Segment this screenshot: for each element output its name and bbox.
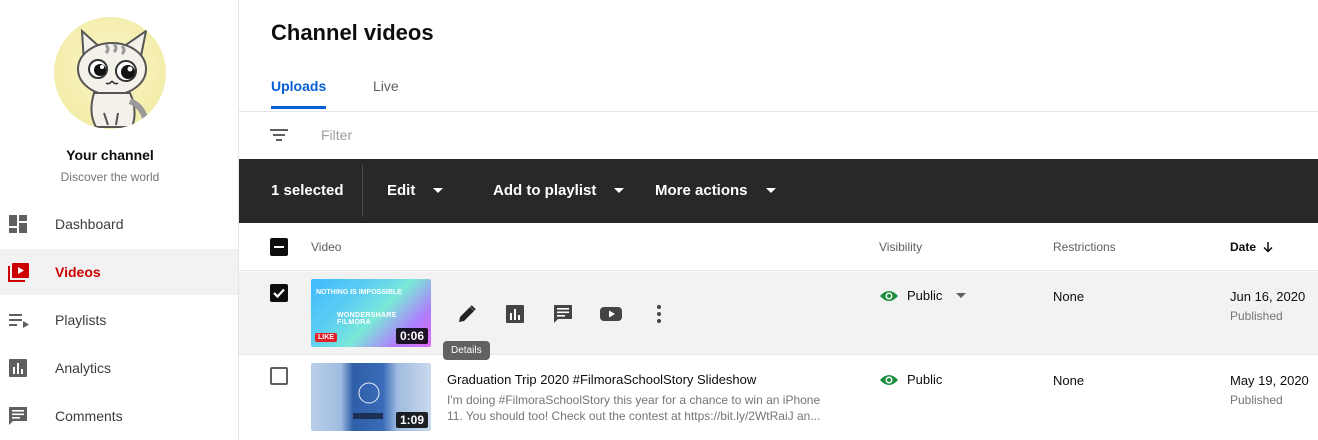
eye-icon xyxy=(880,374,898,385)
header-date-label: Date xyxy=(1230,240,1257,254)
chevron-down-icon xyxy=(433,188,444,193)
details-tooltip: Details xyxy=(443,341,490,360)
sidebar-item-playlists[interactable]: Playlists xyxy=(0,297,238,343)
date-value: May 19, 2020 xyxy=(1230,373,1309,388)
add-to-playlist-button[interactable]: Add to playlist xyxy=(493,182,625,199)
thumbnail-badge: LIKE xyxy=(315,333,337,342)
chevron-down-icon xyxy=(614,188,625,193)
comments-icon[interactable] xyxy=(551,302,575,326)
details-pencil-icon[interactable] xyxy=(455,302,479,326)
sidebar-item-dashboard[interactable]: Dashboard xyxy=(0,201,238,247)
sidebar-item-analytics[interactable]: Analytics xyxy=(0,345,238,391)
videos-icon xyxy=(8,263,29,282)
channel-tagline: Discover the world xyxy=(60,170,160,184)
channel-name: Your channel xyxy=(66,147,154,163)
video-duration: 0:06 xyxy=(395,328,428,344)
dashboard-icon xyxy=(9,215,27,233)
row-checkbox[interactable] xyxy=(270,284,288,302)
edit-dropdown-button[interactable]: Edit xyxy=(387,182,444,199)
table-row[interactable]: NOTHING IS IMPOSSIBLE WONDERSHARE FILMOR… xyxy=(239,272,1318,360)
analytics-icon xyxy=(9,359,27,377)
header-video: Video xyxy=(311,240,342,254)
cat-avatar-image xyxy=(77,28,149,128)
sidebar-item-label: Analytics xyxy=(55,360,112,376)
main-content: Channel videos Uploads Live 1 selected E… xyxy=(239,0,1318,440)
tab-uploads[interactable]: Uploads xyxy=(271,78,327,109)
more-actions-label: More actions xyxy=(655,182,748,199)
analytics-icon[interactable] xyxy=(503,302,527,326)
sidebar-item-videos[interactable]: Videos xyxy=(0,249,238,295)
sidebar-item-comments[interactable]: Comments xyxy=(0,393,238,439)
table-row[interactable]: 1:09 Graduation Trip 2020 #FilmoraSchool… xyxy=(239,356,1318,440)
chevron-down-icon xyxy=(956,293,967,298)
restrictions-value: None xyxy=(1053,373,1085,388)
video-description: I'm doing #FilmoraSchoolStory this year … xyxy=(447,393,821,423)
sidebar: Your channel Discover the world Dashboar… xyxy=(0,0,239,440)
filter-bar xyxy=(239,112,1318,159)
video-duration: 1:09 xyxy=(395,412,428,428)
thumbnail-caption: NOTHING IS IMPOSSIBLE xyxy=(316,289,402,296)
visibility-dropdown[interactable]: Public xyxy=(879,288,967,303)
header-visibility: Visibility xyxy=(879,240,923,254)
visibility-value: Public xyxy=(907,288,943,303)
restrictions-value: None xyxy=(1053,289,1085,304)
video-thumbnail[interactable]: 1:09 xyxy=(311,363,431,431)
chevron-down-icon xyxy=(765,188,776,193)
row-hover-actions xyxy=(455,302,695,326)
date-value: Jun 16, 2020 xyxy=(1230,289,1306,304)
filter-input[interactable] xyxy=(321,124,621,146)
table-header: Video Visibility Restrictions Date xyxy=(239,223,1318,271)
playlists-icon xyxy=(9,314,29,328)
header-date-sort[interactable]: Date xyxy=(1230,240,1274,254)
sidebar-item-label: Playlists xyxy=(55,312,107,328)
more-actions-button[interactable]: More actions xyxy=(655,182,776,199)
visibility-value-cell: Public xyxy=(879,372,942,387)
page-title: Channel videos xyxy=(271,20,434,45)
tab-live[interactable]: Live xyxy=(373,78,399,108)
video-title[interactable]: Graduation Trip 2020 #FilmoraSchoolStory… xyxy=(447,372,756,387)
divider xyxy=(362,165,363,217)
row-checkbox[interactable] xyxy=(270,367,288,385)
sidebar-item-label: Videos xyxy=(55,264,101,280)
eye-icon xyxy=(880,290,898,301)
add-to-playlist-label: Add to playlist xyxy=(493,182,597,199)
date-status: Published xyxy=(1230,309,1283,323)
thumbnail-caption: WONDERSHARE FILMORA xyxy=(337,312,397,326)
sort-down-arrow-icon xyxy=(1263,242,1273,253)
visibility-value: Public xyxy=(907,372,943,387)
channel-avatar[interactable] xyxy=(54,17,166,129)
filter-icon[interactable] xyxy=(269,127,289,143)
video-thumbnail[interactable]: NOTHING IS IMPOSSIBLE WONDERSHARE FILMOR… xyxy=(311,279,431,347)
edit-label: Edit xyxy=(387,182,416,199)
comments-icon xyxy=(9,407,27,425)
bulk-action-bar: 1 selected Edit Add to playlist More act… xyxy=(239,159,1318,223)
checkmark-icon xyxy=(273,288,285,299)
selected-count: 1 selected xyxy=(271,182,344,199)
date-status: Published xyxy=(1230,393,1283,407)
more-options-icon[interactable] xyxy=(647,302,671,326)
sidebar-item-label: Comments xyxy=(55,408,123,424)
sidebar-item-label: Dashboard xyxy=(55,216,124,232)
header-restrictions: Restrictions xyxy=(1053,240,1116,254)
select-all-checkbox[interactable] xyxy=(270,238,288,256)
youtube-play-icon[interactable] xyxy=(599,302,623,326)
